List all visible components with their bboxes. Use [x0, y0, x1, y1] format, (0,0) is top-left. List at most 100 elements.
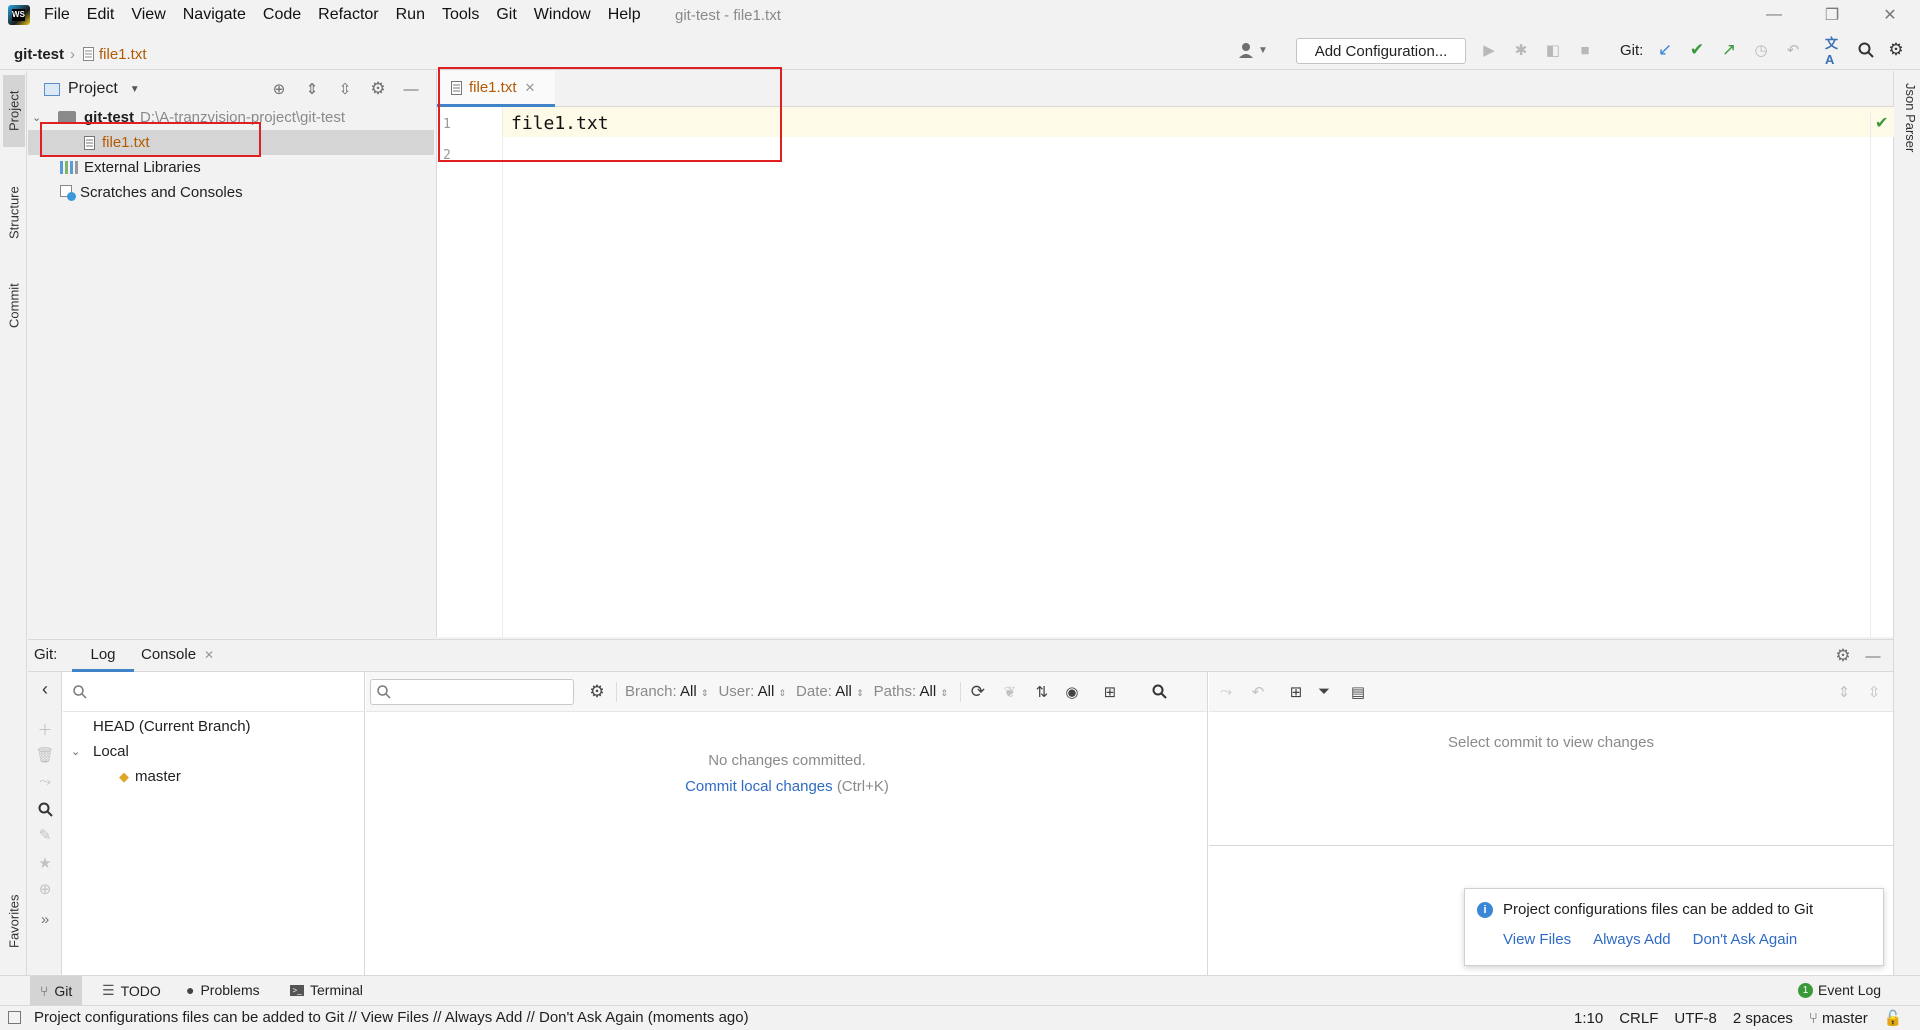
expand-all-icon[interactable]: ⇕ — [301, 78, 323, 100]
toggle-tool-windows-icon[interactable] — [8, 1011, 21, 1024]
sort-icon[interactable]: ⇅ — [1031, 681, 1053, 703]
star-icon[interactable]: ★ — [34, 852, 56, 874]
menu-refactor[interactable]: Refactor — [318, 6, 378, 24]
branch-master[interactable]: ◆ master — [119, 764, 181, 789]
menu-code[interactable]: Code — [263, 6, 301, 24]
filter-icon[interactable]: ⏷ — [1313, 681, 1335, 703]
close-tab-icon[interactable]: ✕ — [525, 80, 536, 96]
branch-head[interactable]: HEAD (Current Branch) — [93, 714, 251, 739]
collapse-all-icon[interactable]: ⇳ — [1863, 681, 1885, 703]
date-filter[interactable]: Date: All ⇕ — [796, 683, 864, 700]
menu-tools[interactable]: Tools — [442, 6, 479, 24]
code-editor-text-area[interactable] — [511, 139, 1851, 637]
search-icon[interactable] — [34, 798, 56, 820]
file-encoding[interactable]: UTF-8 — [1674, 1010, 1717, 1027]
tree-item-file1[interactable]: file1.txt — [28, 130, 434, 155]
bottom-tab-terminal[interactable]: >_ Terminal — [290, 982, 363, 998]
bottom-tab-git[interactable]: ⑂ Git — [30, 976, 83, 1005]
coverage-icon[interactable]: ◧ — [1542, 39, 1564, 61]
eye-icon[interactable]: ◉ — [1061, 681, 1083, 703]
merge-icon[interactable]: ⤳ — [34, 770, 56, 792]
tree-root-git-test[interactable]: ⌄ git-test D:\A-tranzvision-project\git-… — [32, 105, 345, 130]
open-in-new-tab-icon[interactable]: ⊞ — [1099, 681, 1121, 703]
favorites-tool-tab[interactable]: Favorites — [3, 881, 25, 961]
menu-file[interactable]: File — [44, 6, 70, 24]
locate-file-icon[interactable]: ⊕ — [268, 78, 290, 100]
rollback-icon[interactable]: ↶ — [1782, 39, 1804, 61]
gear-icon[interactable]: ⚙ — [1832, 645, 1854, 667]
menu-navigate[interactable]: Navigate — [183, 6, 246, 24]
translate-icon[interactable]: 文A — [1825, 36, 1847, 67]
revert-icon[interactable]: ↶ — [1247, 681, 1269, 703]
hide-panel-icon[interactable]: — — [400, 78, 422, 100]
commit-local-changes-link[interactable]: Commit local changes — [685, 778, 833, 795]
collapse-all-icon[interactable]: ⇳ — [334, 78, 356, 100]
log-search-input[interactable] — [370, 678, 574, 705]
search-everywhere-icon[interactable] — [1855, 39, 1877, 61]
tree-item-external-libraries[interactable]: External Libraries — [60, 155, 201, 180]
restore-button[interactable]: ❐ — [1804, 0, 1860, 30]
breadcrumb-file[interactable]: file1.txt — [99, 46, 147, 63]
delete-icon[interactable]: 🗑 — [34, 744, 56, 766]
menu-help[interactable]: Help — [608, 6, 641, 24]
hide-panel-icon[interactable]: — — [1862, 645, 1884, 667]
code-line-1[interactable]: file1.txt — [511, 113, 609, 134]
close-tab-icon[interactable]: ✕ — [204, 648, 214, 662]
add-icon[interactable]: ＋ — [34, 718, 56, 740]
tab-log[interactable]: Log — [72, 640, 134, 672]
line-separator[interactable]: CRLF — [1619, 1010, 1658, 1027]
run-icon[interactable]: ▶ — [1478, 39, 1500, 61]
status-message[interactable]: Project configurations files can be adde… — [34, 1009, 749, 1026]
navigate-icon[interactable]: ⊕ — [34, 878, 56, 900]
compare-icon[interactable]: ⤳ — [1215, 681, 1237, 703]
more-icon[interactable]: » — [34, 908, 56, 930]
expand-all-icon[interactable]: ⇕ — [1833, 681, 1855, 703]
push-icon[interactable]: ↗ — [1718, 39, 1740, 61]
always-add-link[interactable]: Always Add — [1593, 931, 1671, 948]
menu-window[interactable]: Window — [534, 6, 591, 24]
refresh-icon[interactable]: ⟳ — [967, 681, 989, 703]
paths-filter[interactable]: Paths: All ⇕ — [874, 683, 948, 700]
json-parser-tool-tab[interactable]: Json Parser — [1898, 83, 1918, 173]
user-filter[interactable]: User: All ⇕ — [718, 683, 786, 700]
event-log-tab[interactable]: 1 Event Log — [1798, 982, 1881, 998]
stop-icon[interactable]: ■ — [1574, 39, 1596, 61]
git-branch-widget[interactable]: ⑂ master — [1809, 1010, 1868, 1027]
commit-tool-tab[interactable]: Commit — [3, 271, 25, 341]
layout-icon[interactable]: ▤ — [1347, 681, 1369, 703]
project-tool-tab[interactable]: Project — [3, 75, 25, 147]
minimize-button[interactable]: — — [1746, 0, 1802, 30]
group-by-icon[interactable]: ⊞ — [1285, 681, 1307, 703]
dont-ask-again-link[interactable]: Don't Ask Again — [1693, 931, 1798, 948]
debug-icon[interactable]: ✱ — [1510, 39, 1532, 61]
commit-check-icon[interactable]: ✔ — [1686, 39, 1708, 61]
tab-console[interactable]: Console ✕ — [141, 646, 214, 663]
menu-git[interactable]: Git — [496, 6, 516, 24]
branch-group-local[interactable]: ⌄ Local — [71, 739, 129, 764]
menu-edit[interactable]: Edit — [87, 6, 115, 24]
editor-tab-file1[interactable]: file1.txt ✕ — [437, 71, 555, 107]
settings-gear-icon[interactable]: ⚙ — [1885, 39, 1907, 61]
edit-icon[interactable]: ✎ — [34, 824, 56, 846]
menu-run[interactable]: Run — [396, 6, 425, 24]
splitter[interactable] — [1209, 845, 1893, 846]
account-menu[interactable]: ▼ — [1236, 39, 1268, 61]
branches-search-input[interactable] — [87, 677, 364, 707]
history-icon[interactable]: ◷ — [1750, 39, 1772, 61]
chevron-left-icon[interactable]: ‹ — [34, 678, 56, 700]
search-icon[interactable] — [1149, 681, 1171, 703]
lock-icon[interactable]: 🔓 — [1884, 1009, 1903, 1027]
gear-icon[interactable]: ⚙ — [367, 78, 389, 100]
caret-position[interactable]: 1:10 — [1574, 1010, 1603, 1027]
project-view-selector[interactable]: Project ▼ — [44, 80, 140, 98]
structure-tool-tab[interactable]: Structure — [3, 171, 25, 255]
close-window-button[interactable]: ✕ — [1862, 0, 1918, 30]
tree-item-scratches[interactable]: Scratches and Consoles — [60, 180, 243, 205]
cherry-pick-icon[interactable]: ❦ — [999, 681, 1021, 703]
gear-icon[interactable]: ⚙ — [586, 681, 608, 703]
branch-filter[interactable]: Branch: All ⇕ — [625, 683, 708, 700]
bottom-tab-todo[interactable]: ☰ TODO — [102, 982, 161, 999]
add-configuration-button[interactable]: Add Configuration... — [1296, 38, 1466, 64]
update-project-icon[interactable]: ↙ — [1654, 39, 1676, 61]
indent-setting[interactable]: 2 spaces — [1733, 1010, 1793, 1027]
